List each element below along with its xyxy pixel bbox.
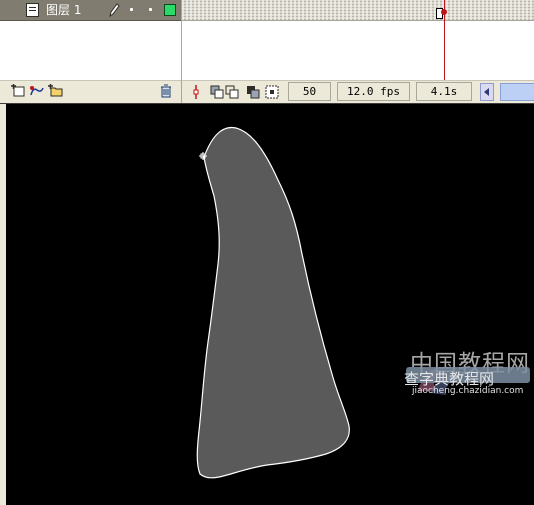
scroll-left-button[interactable] bbox=[480, 83, 494, 101]
layer-row[interactable]: 图层 1 bbox=[0, 0, 181, 21]
frame-area[interactable] bbox=[182, 0, 534, 80]
insert-layer-folder-icon[interactable] bbox=[48, 84, 64, 98]
stage[interactable] bbox=[0, 103, 534, 505]
playhead-handle[interactable] bbox=[441, 9, 447, 15]
layer-toolbar bbox=[0, 80, 181, 104]
add-motion-guide-icon[interactable] bbox=[29, 84, 45, 98]
layer-icon bbox=[26, 3, 39, 17]
center-frame-icon[interactable] bbox=[188, 84, 204, 100]
layer-name[interactable]: 图层 1 bbox=[46, 3, 81, 17]
insert-layer-icon[interactable] bbox=[10, 84, 26, 98]
lock-dot[interactable] bbox=[149, 8, 152, 11]
watermark-url: jiaocheng.chazidian.com bbox=[412, 386, 524, 396]
outline-color-swatch[interactable] bbox=[164, 4, 176, 16]
timeline-panel: 图层 1 50 12.0 fps 4.1s bbox=[0, 0, 534, 104]
onion-skin-outlines-icon[interactable] bbox=[224, 84, 240, 100]
modify-onion-markers-icon[interactable] bbox=[264, 84, 280, 100]
horizontal-scrollbar[interactable] bbox=[500, 83, 534, 101]
frame-ruler[interactable] bbox=[182, 0, 534, 21]
pencil-icon bbox=[109, 3, 120, 17]
timeline-status-bar: 50 12.0 fps 4.1s bbox=[182, 80, 534, 104]
current-frame: 50 bbox=[288, 82, 331, 101]
delete-layer-icon[interactable] bbox=[158, 84, 174, 98]
edit-multiple-frames-icon[interactable] bbox=[245, 84, 261, 100]
stage-canvas bbox=[196, 126, 350, 479]
elapsed-time: 4.1s bbox=[416, 82, 472, 101]
frame-rate[interactable]: 12.0 fps bbox=[337, 82, 410, 101]
show-hide-dot[interactable] bbox=[130, 8, 133, 11]
onion-skin-icon[interactable] bbox=[209, 84, 225, 100]
drawn-shape[interactable] bbox=[196, 126, 350, 479]
